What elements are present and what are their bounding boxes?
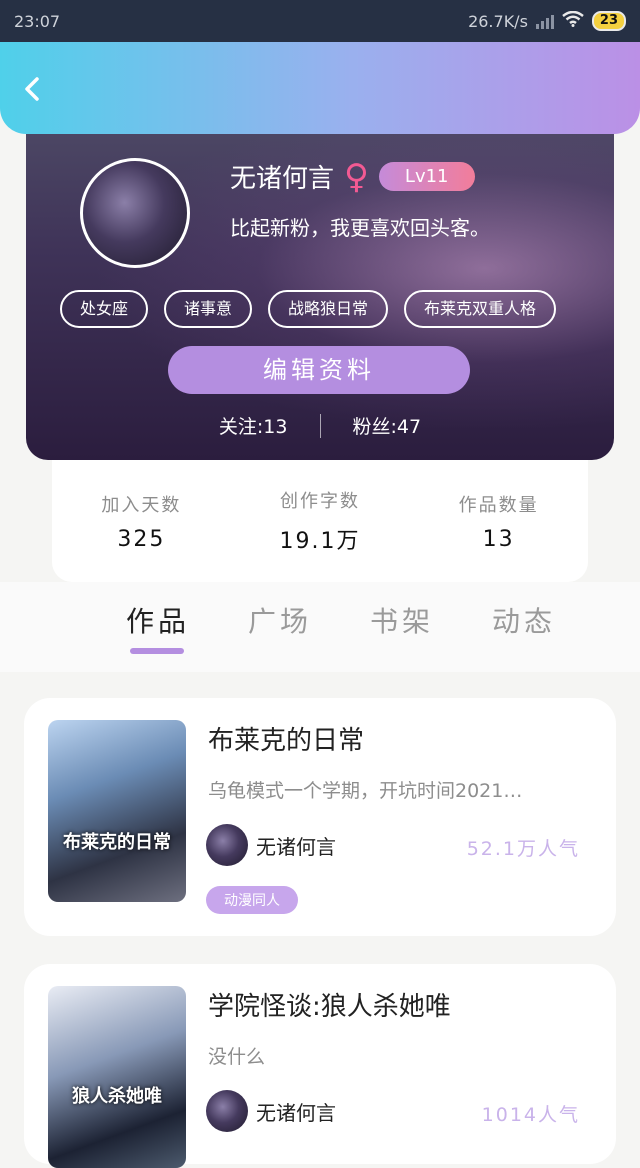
work-title[interactable]: 学院怪谈:狼人杀她唯 (208, 986, 451, 1023)
stat-label: 加入天数 (101, 494, 182, 516)
name-row: 无诸何言 ♀ Lv11 (230, 158, 475, 195)
tabs: 作品 广场 书架 动态 (126, 600, 556, 640)
popularity: 52.1万人气 (466, 838, 580, 860)
user-name: 无诸何言 (230, 164, 335, 194)
tag[interactable]: 处女座 (60, 290, 149, 328)
wifi-icon (562, 10, 584, 31)
work-cover[interactable]: 狼人杀她唯 (48, 986, 186, 1168)
tab-bar: 作品 广场 书架 动态 (0, 582, 640, 672)
chevron-left-icon (20, 76, 46, 102)
author-avatar (206, 824, 248, 866)
stat-works-count: 作品数量 13 (410, 491, 587, 552)
battery-indicator: 23 (591, 11, 626, 31)
edit-profile-button[interactable]: 编辑资料 (168, 346, 470, 394)
active-tab-indicator (130, 648, 184, 654)
status-bar: 23:07 26.7K/s 23 (0, 0, 640, 42)
category-badge[interactable]: 动漫同人 (206, 886, 298, 914)
level-badge: Lv11 (378, 162, 475, 191)
tab-bookshelf[interactable]: 书架 (370, 600, 434, 640)
stat-value: 19.1万 (279, 529, 361, 554)
tab-square[interactable]: 广场 (248, 600, 312, 640)
status-time: 23:07 (14, 11, 61, 31)
author-name: 无诸何言 (256, 1100, 336, 1125)
female-icon: ♀ (344, 156, 369, 197)
status-right: 26.7K/s 23 (468, 10, 626, 31)
author-row: 无诸何言 (206, 824, 336, 866)
header-bar (0, 42, 640, 134)
work-description: 乌龟模式一个学期，开坑时间2021… (208, 780, 523, 802)
stat-label: 作品数量 (458, 494, 539, 516)
tag[interactable]: 战略狼日常 (268, 290, 389, 328)
stat-label: 创作字数 (279, 491, 360, 512)
author-avatar (206, 1090, 248, 1132)
follow-row: 关注:13 粉丝:47 (26, 412, 614, 439)
work-cover[interactable]: 布莱克的日常 (48, 720, 186, 902)
stat-value: 325 (117, 526, 166, 552)
stat-join-days: 加入天数 325 (53, 491, 230, 552)
author-name: 无诸何言 (256, 834, 336, 859)
tab-activity[interactable]: 动态 (492, 600, 556, 640)
popularity: 1014人气 (481, 1104, 580, 1126)
stat-value: 13 (482, 526, 515, 552)
author-row: 无诸何言 (206, 1090, 336, 1132)
divider (319, 413, 321, 438)
cover-title: 布莱克的日常 (63, 832, 171, 853)
following-count[interactable]: 关注:13 (219, 412, 288, 439)
tag[interactable]: 诸事意 (164, 290, 253, 328)
work-card[interactable]: 狼人杀她唯 学院怪谈:狼人杀她唯 没什么 无诸何言 1014人气 (24, 964, 616, 1168)
tag-list: 处女座 诸事意 战略狼日常 布莱克双重人格 (60, 290, 557, 328)
tab-works[interactable]: 作品 (126, 600, 190, 640)
work-title[interactable]: 布莱克的日常 (208, 720, 364, 757)
back-button[interactable] (20, 76, 46, 102)
user-bio: 比起新粉，我更喜欢回头客。 (230, 216, 490, 240)
signal-icon (535, 13, 554, 29)
stat-word-count: 创作字数 19.1万 (232, 487, 409, 555)
work-card[interactable]: 布莱克的日常 布莱克的日常 乌龟模式一个学期，开坑时间2021… 无诸何言 52… (24, 698, 616, 936)
followers-count[interactable]: 粉丝:47 (353, 412, 422, 439)
stats-card: 加入天数 325 创作字数 19.1万 作品数量 13 (52, 460, 588, 582)
tag[interactable]: 布莱克双重人格 (404, 290, 557, 328)
work-description: 没什么 (208, 1046, 266, 1068)
avatar[interactable] (80, 158, 190, 268)
cover-title: 狼人杀她唯 (72, 1086, 162, 1107)
network-speed: 26.7K/s (468, 11, 528, 31)
profile-card: 无诸何言 ♀ Lv11 比起新粉，我更喜欢回头客。 处女座 诸事意 战略狼日常 … (26, 112, 614, 460)
